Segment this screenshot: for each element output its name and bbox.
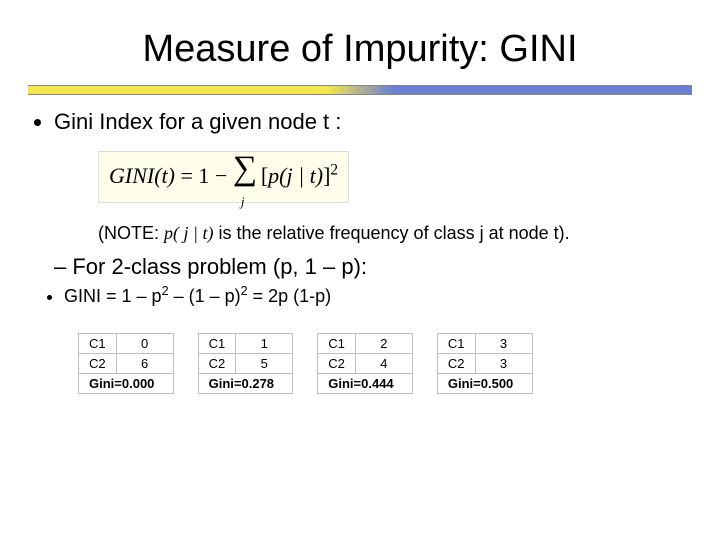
sub-list-2: GINI = 1 – p2 – (1 – p)2 = 2p (1-p)	[28, 284, 692, 307]
label-c1: C1	[437, 334, 475, 354]
gini-tables-row: C10C26Gini=0.000C11C25Gini=0.278C12C24Gi…	[78, 333, 692, 394]
gini-value: Gini=0.278	[198, 374, 293, 394]
gini-exp-part1: GINI = 1 – p	[64, 286, 162, 306]
value-c1: 3	[475, 334, 532, 354]
note-line: (NOTE: p( j | t) is the relative frequen…	[98, 223, 692, 244]
sigma-icon: ∑j	[233, 156, 261, 200]
title-divider	[28, 85, 692, 95]
content-area: Gini Index for a given node t : GINI(t) …	[28, 95, 692, 394]
gini-value: Gini=0.000	[79, 374, 174, 394]
sub-list-1: For 2-class problem (p, 1 – p):	[28, 254, 692, 280]
label-c2: C2	[318, 354, 356, 374]
bullet-gini-expansion: GINI = 1 – p2 – (1 – p)2 = 2p (1-p)	[64, 284, 692, 307]
note-prefix: (NOTE:	[98, 223, 164, 243]
page-title: Measure of Impurity: GINI	[28, 28, 692, 71]
gini-table-1: C11C25Gini=0.278	[198, 333, 294, 394]
label-c1: C1	[198, 334, 236, 354]
sigma-subscript: j	[241, 195, 245, 208]
bullet-two-class: For 2-class problem (p, 1 – p):	[54, 254, 692, 280]
gini-table-0: C10C26Gini=0.000	[78, 333, 174, 394]
formula-lhs: GINI(t)	[109, 163, 175, 188]
value-c1: 1	[236, 334, 293, 354]
gini-exp-part3: = 2p (1-p)	[248, 286, 332, 306]
top-list: Gini Index for a given node t :	[28, 109, 692, 135]
value-c1: 0	[116, 334, 173, 354]
value-c2: 5	[236, 354, 293, 374]
gini-value: Gini=0.500	[437, 374, 532, 394]
gini-table-3: C13C23Gini=0.500	[437, 333, 533, 394]
label-c2: C2	[198, 354, 236, 374]
value-c1: 2	[355, 334, 412, 354]
formula-exponent: 2	[330, 162, 338, 179]
gini-table-2: C12C24Gini=0.444	[317, 333, 413, 394]
note-pjt: p( j | t)	[164, 223, 213, 243]
bullet-gini-definition: Gini Index for a given node t :	[54, 109, 692, 135]
label-c2: C2	[437, 354, 475, 374]
note-suffix: is the relative frequency of class j at …	[213, 223, 569, 243]
gini-exp-part2: – (1 – p)	[169, 286, 241, 306]
gini-formula: GINI(t) = 1 − ∑j[p(j | t)]2	[98, 151, 349, 203]
label-c1: C1	[318, 334, 356, 354]
formula-eq: = 1 −	[175, 163, 233, 188]
value-c2: 3	[475, 354, 532, 374]
value-c2: 6	[116, 354, 173, 374]
slide: Measure of Impurity: GINI Gini Index for…	[0, 0, 720, 540]
gini-value: Gini=0.444	[318, 374, 413, 394]
formula-inner: p(j | t)	[268, 163, 323, 188]
label-c1: C1	[79, 334, 117, 354]
value-c2: 4	[355, 354, 412, 374]
label-c2: C2	[79, 354, 117, 374]
